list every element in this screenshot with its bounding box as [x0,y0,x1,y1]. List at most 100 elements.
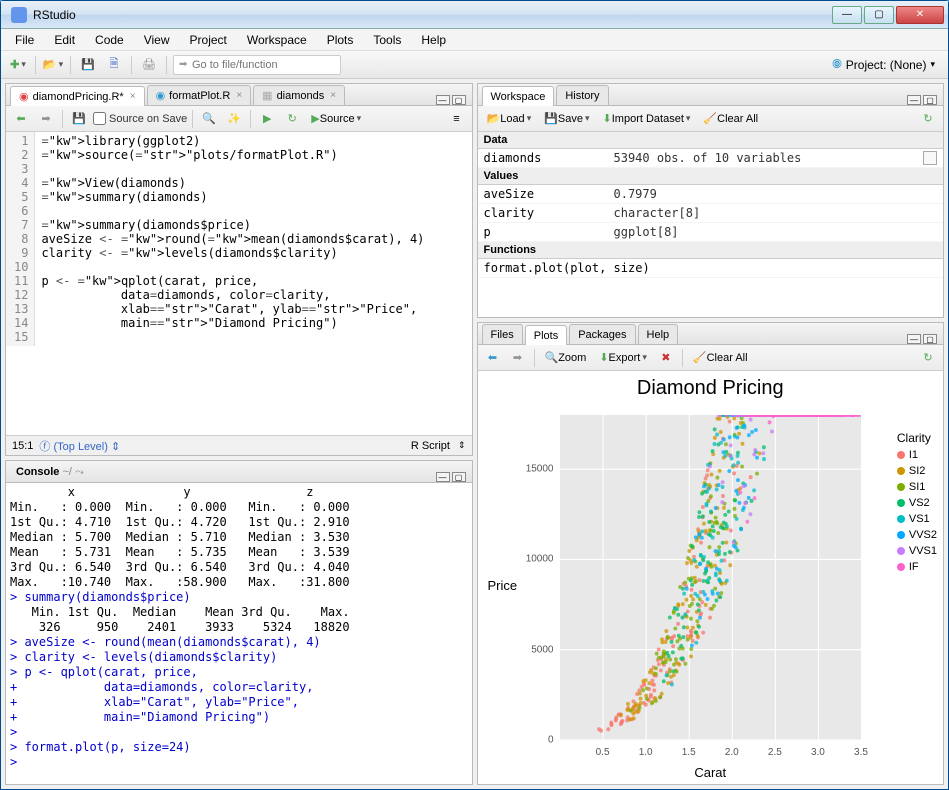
tab-close-icon[interactable]: × [330,90,336,101]
tab-diamond-pricing[interactable]: ◉ diamondPricing.R* × [10,86,145,106]
clear-all-button[interactable]: 🧹 Clear All [698,108,763,130]
legend-dot-icon [897,483,905,491]
zoom-button[interactable]: 🔍 Zoom [540,347,592,369]
pane-maximize-button[interactable]: ▢ [923,334,937,344]
plot-title: Diamond Pricing [484,377,938,400]
env-row-p[interactable]: p ggplot[8] [478,223,944,242]
titlebar[interactable]: RStudio — ▢ ✕ [1,1,948,29]
plot-xlabel: Carat [694,765,726,780]
refresh-plot-button[interactable]: ↻ [917,347,939,369]
prev-plot-button[interactable]: ⬅ [482,347,504,369]
project-dropdown[interactable]: 🞋 Project: (None) ▾ [825,54,942,75]
maximize-button[interactable]: ▢ [864,6,894,24]
xtick: 0.5 [596,747,610,758]
legend-label: SI1 [909,481,926,493]
pane-minimize-button[interactable]: — [436,472,450,482]
import-button[interactable]: ⬇ Import Dataset [598,108,696,130]
legend-label: SI2 [909,465,926,477]
env-row-avesize[interactable]: aveSize 0.7979 [478,185,944,204]
tab-format-plot[interactable]: ◉ formatPlot.R × [147,85,252,105]
menu-view[interactable]: View [134,31,180,49]
ytick: 5000 [520,644,554,655]
export-button[interactable]: ⬇ Export [594,347,652,369]
remove-plot-button[interactable]: ✖ [655,347,677,369]
export-label: Export [609,352,641,364]
open-file-button[interactable]: 📂 [42,54,64,76]
menu-help[interactable]: Help [411,31,456,49]
goto-file-wrap: ➡ [173,55,341,75]
legend-label: VVS2 [909,529,937,541]
rerun-button[interactable]: ↻ [281,108,303,130]
menu-file[interactable]: File [5,31,44,49]
menubar: File Edit Code View Project Workspace Pl… [1,29,948,51]
tab-workspace[interactable]: Workspace [482,86,555,106]
source-editor[interactable]: 123456789101112131415 ="kw">library(ggpl… [6,132,472,435]
menu-plots[interactable]: Plots [317,31,364,49]
file-type[interactable]: R Script [411,440,450,452]
minimize-button[interactable]: — [832,6,862,24]
source-on-save-checkbox[interactable] [93,112,106,125]
source-toolbar: ⬅ ➡ 💾 Source on Save 🔍 ✨ ▶ ↻ ▶ Source ≡ [6,106,472,132]
save-all-button[interactable]: 🗎 [103,54,125,76]
menu-edit[interactable]: Edit [44,31,85,49]
pane-maximize-button[interactable]: ▢ [452,95,466,105]
data-header: Data [478,132,944,149]
menu-code[interactable]: Code [85,31,134,49]
outline-button[interactable]: ≡ [446,108,468,130]
legend-label: I1 [909,449,918,461]
r-file-icon: ◉ [156,89,166,102]
legend-dot-icon [897,451,905,459]
source-button[interactable]: ▶ Source [306,108,366,130]
window-title: RStudio [33,8,832,22]
pane-minimize-button[interactable]: — [436,95,450,105]
workspace-toolbar: 📂 Load 💾 Save ⬇ Import Dataset 🧹 Clear A… [478,106,944,132]
code-area[interactable]: ="kw">library(ggplot2)="kw">source(="str… [35,132,430,346]
load-button[interactable]: 📂 Load [482,108,537,130]
tab-history[interactable]: History [556,85,608,105]
menu-workspace[interactable]: Workspace [237,31,317,49]
save-source-button[interactable]: 💾 [68,108,90,130]
new-file-button[interactable]: ✚ [7,54,29,76]
save-button[interactable]: 💾 [77,54,99,76]
next-plot-button[interactable]: ➡ [507,347,529,369]
clear-label: Clear All [717,113,758,125]
menu-tools[interactable]: Tools [363,31,411,49]
print-button[interactable]: 🖨 [138,54,160,76]
tab-files[interactable]: Files [482,324,523,344]
pane-minimize-button[interactable]: — [907,95,921,105]
import-label: Import Dataset [612,113,684,125]
tab-close-icon[interactable]: × [236,90,242,101]
scope-indicator[interactable]: ⓕ (Top Level) ⇕ [39,438,120,454]
goto-file-input[interactable] [173,55,341,75]
close-button[interactable]: ✕ [896,6,944,24]
workspace-body: Data diamonds 53940 obs. of 10 variables… [478,132,944,317]
refresh-button[interactable]: ↻ [917,108,939,130]
console-output[interactable]: x y z Min. : 0.000 Min. : 0.000 Min. : 0… [6,483,472,784]
find-button[interactable]: 🔍 [198,108,220,130]
clear-plots-button[interactable]: 🧹 Clear All [688,347,753,369]
xtick: 2.5 [768,747,782,758]
tab-help[interactable]: Help [638,324,679,344]
pane-minimize-button[interactable]: — [907,334,921,344]
grid-icon[interactable] [923,151,937,165]
forward-button[interactable]: ➡ [35,108,57,130]
tab-packages[interactable]: Packages [569,324,635,344]
back-button[interactable]: ⬅ [10,108,32,130]
save-ws-button[interactable]: 💾 Save [539,108,594,130]
legend-dot-icon [897,563,905,571]
tab-diamonds-data[interactable]: ▦ diamonds × [253,85,345,105]
source-tabs: ◉ diamondPricing.R* × ◉ formatPlot.R × ▦… [6,84,472,106]
tab-plots[interactable]: Plots [525,325,567,345]
pane-maximize-button[interactable]: ▢ [923,95,937,105]
r-file-icon: ◉ [19,90,29,103]
tab-close-icon[interactable]: × [130,91,136,102]
run-line-button[interactable]: ▶ [256,108,278,130]
legend-label: VS2 [909,497,930,509]
wand-button[interactable]: ✨ [223,108,245,130]
env-row-clarity[interactable]: clarity character[8] [478,204,944,223]
env-row-diamonds[interactable]: diamonds 53940 obs. of 10 variables [478,149,944,168]
legend-item: I1 [897,449,937,461]
pane-maximize-button[interactable]: ▢ [452,472,466,482]
env-row-formatplot[interactable]: format.plot(plot, size) [478,259,944,278]
menu-project[interactable]: Project [180,31,237,49]
